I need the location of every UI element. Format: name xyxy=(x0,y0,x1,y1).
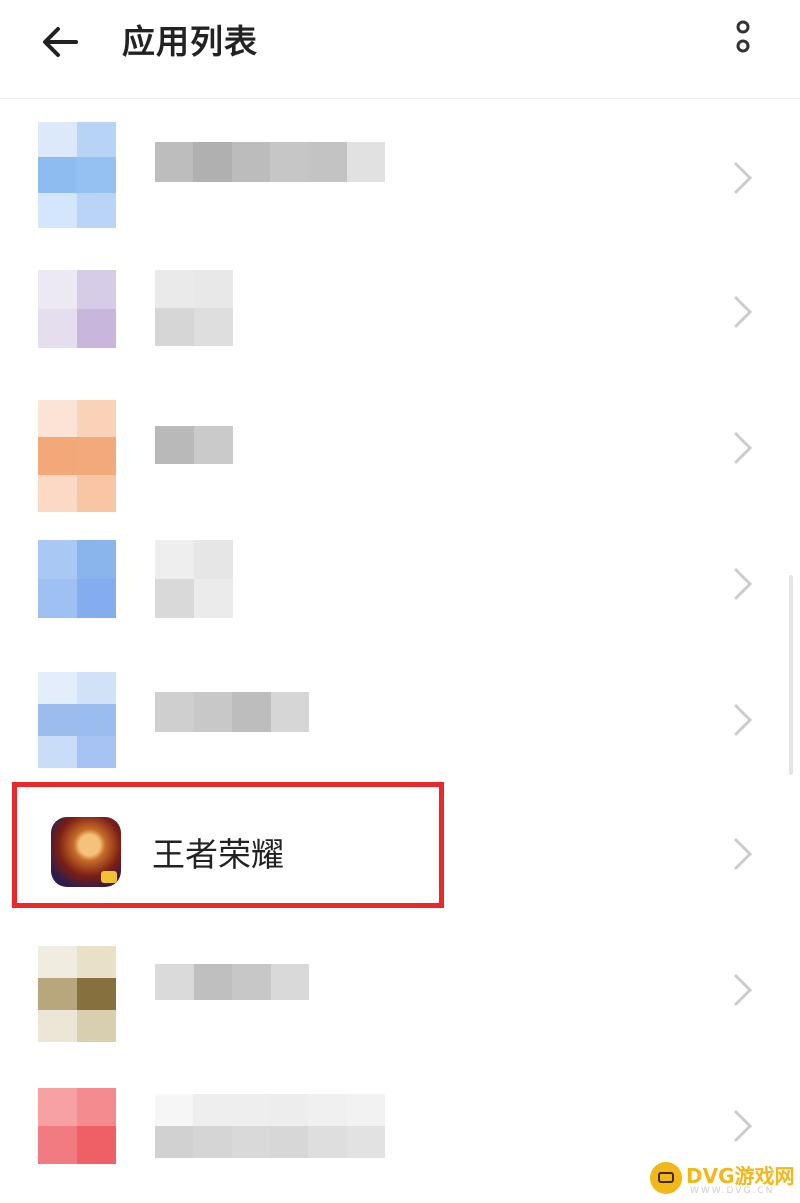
site-watermark: DVG游戏网 WWW.DVG.CN xyxy=(650,1158,800,1203)
chevron-right-icon xyxy=(734,432,753,464)
chevron-right-icon xyxy=(734,1110,753,1142)
app-label-blurred xyxy=(155,426,233,464)
more-options-button[interactable] xyxy=(726,20,760,60)
app-list-item[interactable] xyxy=(0,252,790,380)
app-label-blurred xyxy=(155,540,233,618)
app-icon-blurred xyxy=(38,400,116,512)
arrow-left-icon xyxy=(43,27,78,57)
page-title: 应用列表 xyxy=(122,22,258,61)
app-list-item[interactable] xyxy=(0,112,790,240)
scrollbar[interactable] xyxy=(789,575,793,775)
app-label-blurred xyxy=(155,1094,385,1158)
app-label-blurred xyxy=(155,142,385,182)
chevron-right-icon xyxy=(734,704,753,736)
app-icon-blurred xyxy=(38,946,116,1042)
app-bar: 应用列表 xyxy=(0,0,800,99)
app-list-item[interactable] xyxy=(0,928,790,1056)
app-icon-blurred xyxy=(38,270,116,348)
watermark-subtext: WWW.DVG.CN xyxy=(690,1186,775,1196)
app-label-blurred xyxy=(155,270,233,346)
back-button[interactable] xyxy=(36,18,84,66)
highlight-annotation-box xyxy=(12,782,444,908)
app-label-blurred xyxy=(155,692,309,732)
app-icon-blurred xyxy=(38,540,116,618)
chevron-right-icon xyxy=(734,974,753,1006)
gamepad-icon xyxy=(650,1162,682,1194)
app-list-item[interactable] xyxy=(0,526,790,654)
more-vertical-icon xyxy=(736,20,750,53)
chevron-right-icon xyxy=(734,838,753,870)
app-icon-blurred xyxy=(38,122,116,228)
chevron-right-icon xyxy=(734,162,753,194)
app-label-blurred xyxy=(155,964,309,1000)
app-list-item[interactable] xyxy=(0,662,790,790)
app-icon-blurred xyxy=(38,672,116,768)
chevron-right-icon xyxy=(734,296,753,328)
app-icon-blurred xyxy=(38,1088,116,1164)
app-list-item[interactable] xyxy=(0,390,790,518)
watermark-text: DVG游戏网 xyxy=(686,1164,795,1188)
chevron-right-icon xyxy=(734,568,753,600)
